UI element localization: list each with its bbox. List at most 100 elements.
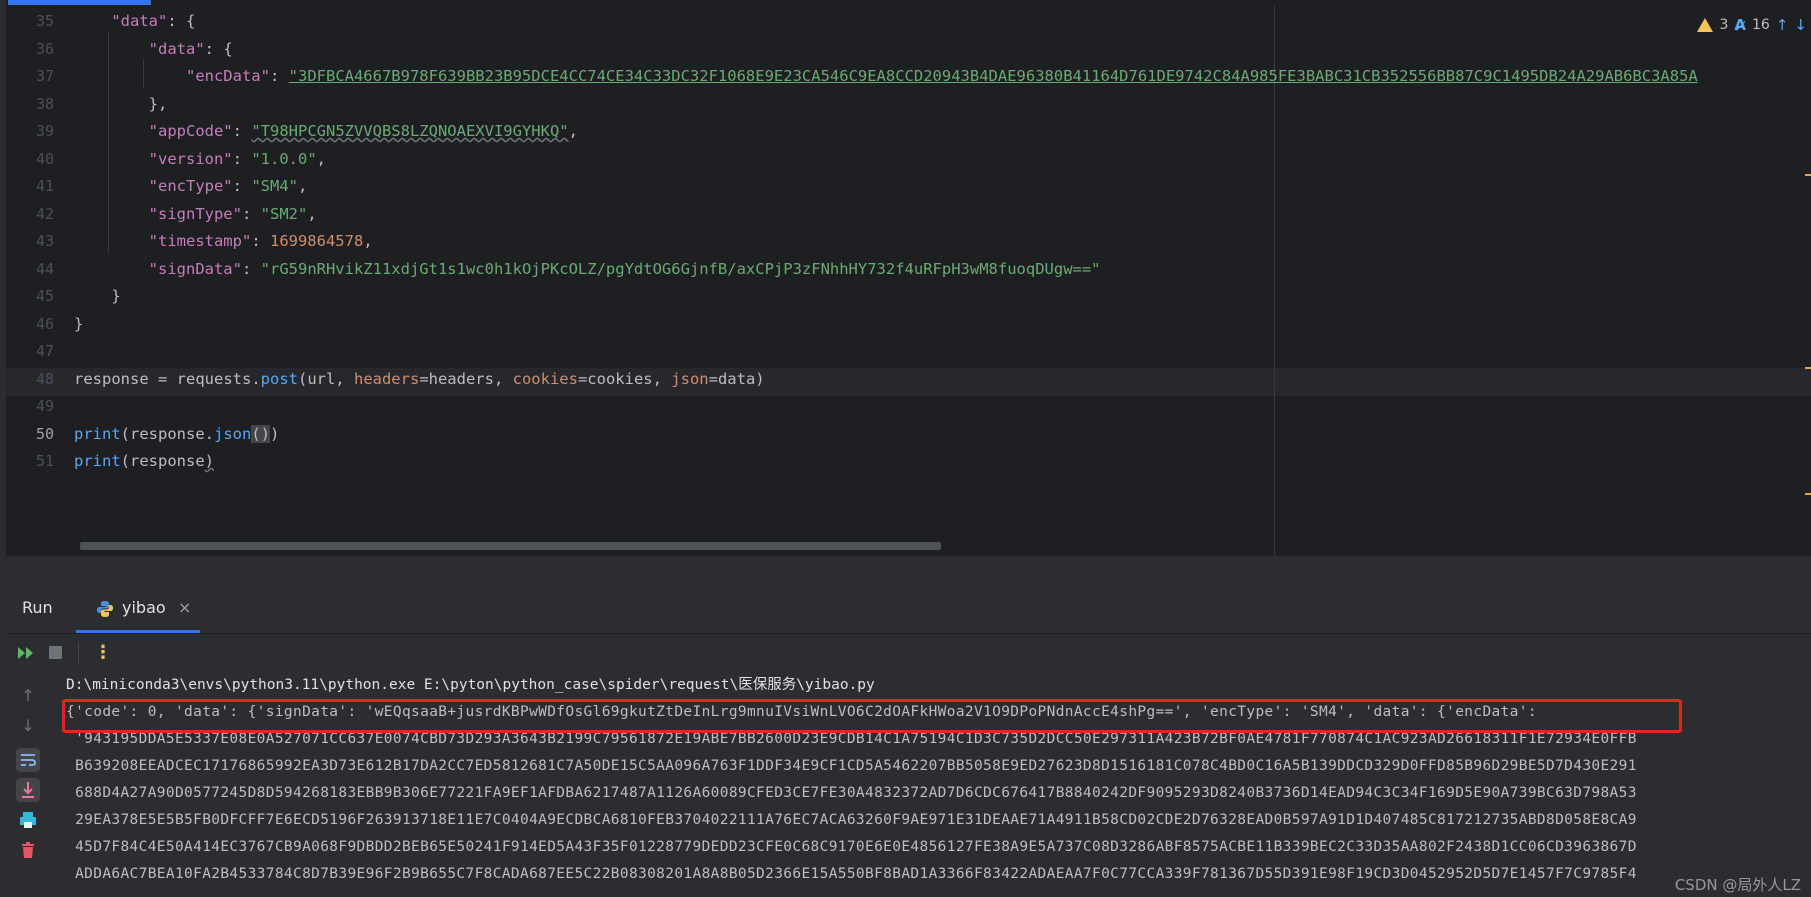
punct: : <box>269 67 289 85</box>
json-key: "data" <box>111 12 168 30</box>
scroll-down-icon[interactable]: ↓ <box>16 714 40 738</box>
scrollbar-thumb[interactable] <box>80 542 941 550</box>
line-number[interactable]: 42 <box>6 201 54 229</box>
ide-window: 35 36 37 38 39 40 41 42 43 44 45 46 47 48 49 50 51 "data… <box>0 0 1811 897</box>
punct: =cookies, <box>577 369 672 388</box>
error-stripe-marker[interactable] <box>1805 367 1811 369</box>
console-output-line: 688D4A27A90D0577245D8D594268183EBB9B306E… <box>66 785 1637 801</box>
tab-yibao[interactable]: yibao × <box>76 585 200 633</box>
punct: , <box>568 122 578 140</box>
previous-problem-icon[interactable]: ↑ <box>1776 16 1789 34</box>
json-key: "signType" <box>148 204 242 223</box>
code-line-40: "version": "1.0.0", <box>74 146 326 174</box>
horizontal-scrollbar[interactable] <box>74 542 1274 550</box>
panel-splitter[interactable] <box>6 555 1811 586</box>
scroll-to-end-icon[interactable] <box>16 778 40 802</box>
line-number[interactable]: 49 <box>6 393 54 421</box>
json-key: "encType" <box>148 177 233 195</box>
line-number[interactable]: 38 <box>6 91 54 119</box>
code-line-35: "data": { <box>74 8 195 36</box>
json-number-value: 1699864578 <box>269 232 364 250</box>
console-output[interactable]: D:\miniconda3\envs\python3.11\python.exe… <box>58 672 1811 897</box>
punct: : <box>232 177 252 195</box>
clear-console-icon[interactable] <box>16 838 40 862</box>
inspection-widget[interactable]: 3 A̷ 16 ↑ ↓ <box>1697 14 1811 36</box>
line-number[interactable]: 36 <box>6 36 54 64</box>
punct: . <box>251 369 261 388</box>
line-number[interactable]: 46 <box>6 311 54 339</box>
run-panel-title: Run <box>22 598 53 617</box>
code-line-45: } <box>74 283 121 311</box>
punct: } <box>74 314 84 333</box>
stop-icon[interactable] <box>49 646 62 659</box>
print-icon[interactable] <box>16 808 40 832</box>
punct: =data) <box>708 369 765 388</box>
run-tool-window: Run yibao × ⋮ ↑ ↓ D:\miniconda3\envs\pyt… <box>0 585 1811 897</box>
more-options-icon[interactable]: ⋮ <box>94 642 112 663</box>
tab-label: yibao <box>122 598 166 617</box>
json-key: "version" <box>148 149 233 168</box>
line-number[interactable]: 43 <box>6 228 54 256</box>
punct: : { <box>167 12 196 30</box>
json-string-value: "SM4" <box>251 177 298 195</box>
watermark: CSDN @局外人LZ <box>1674 876 1801 894</box>
rerun-icon[interactable] <box>16 644 36 662</box>
line-number[interactable]: 47 <box>6 338 54 366</box>
line-number[interactable]: 48 <box>6 366 54 394</box>
punct: : <box>241 259 261 278</box>
punct: , <box>363 232 373 250</box>
code-line-44: "signData": "rG59nRHvikZ11xdjGt1s1wc0h1k… <box>74 256 1101 284</box>
line-number[interactable]: 50 <box>6 421 54 449</box>
punct: } <box>111 287 121 305</box>
punct: , <box>307 204 317 223</box>
punct: : <box>251 232 270 250</box>
line-number[interactable]: 37 <box>6 63 54 91</box>
scroll-up-icon[interactable]: ↑ <box>16 684 40 708</box>
error-stripe-marker[interactable] <box>1805 493 1811 495</box>
module: requests <box>176 369 252 388</box>
close-icon[interactable]: × <box>178 598 191 617</box>
code-line-41: "encType": "SM4", <box>74 173 308 201</box>
line-number[interactable]: 39 <box>6 118 54 146</box>
punct: =headers, <box>419 369 513 388</box>
next-problem-icon[interactable]: ↓ <box>1794 16 1807 34</box>
red-highlight-box <box>62 699 1682 733</box>
json-key: "timestamp" <box>148 232 252 250</box>
typo-count: 16 <box>1752 17 1770 33</box>
line-number[interactable]: 41 <box>6 173 54 201</box>
line-number[interactable]: 44 <box>6 256 54 284</box>
kwarg-name: json <box>671 369 709 388</box>
typo-icon: A̷ <box>1734 16 1747 34</box>
line-number[interactable]: 35 <box>6 8 54 36</box>
punct: : <box>232 149 252 168</box>
code-line-48: response = requests.post(url, headers=he… <box>74 366 765 394</box>
kwarg-name: cookies <box>512 369 578 388</box>
error-stripe-marker[interactable] <box>1805 174 1811 176</box>
json-string-value: "3DFBCA4667B978F639BB23B95DCE4CC74CE34C3… <box>288 67 1698 85</box>
line-number-gutter[interactable]: 35 36 37 38 39 40 41 42 43 44 45 46 47 48 49 50 51 <box>6 6 62 555</box>
code-line-51: print(response) <box>74 448 214 476</box>
punct: }, <box>148 94 168 113</box>
punct: = <box>148 369 177 388</box>
active-tab-indicator <box>8 0 151 5</box>
code-area[interactable]: "data": { "data": { "encData": "3DFBCA46… <box>74 6 1811 555</box>
line-number[interactable]: 40 <box>6 146 54 174</box>
console-output-line: ADDA6AC7BEA10FA2B4533784C8D7B39E96F2B9B6… <box>66 866 1637 882</box>
line-number[interactable]: 51 <box>6 448 54 476</box>
punct: (response <box>120 452 205 470</box>
console-output-line: 45D7F84C4E50A414EC3767CB9A068F9DBDD2BEB6… <box>66 839 1637 855</box>
line-number[interactable]: 45 <box>6 283 54 311</box>
punct: : <box>232 122 252 140</box>
code-editor[interactable]: 35 36 37 38 39 40 41 42 43 44 45 46 47 48 49 50 51 "data… <box>6 6 1811 555</box>
soft-wrap-icon[interactable] <box>16 748 40 772</box>
run-toolbar: ⋮ <box>6 634 1811 672</box>
json-key: "signData" <box>148 259 242 278</box>
punct: (url, <box>297 369 354 388</box>
